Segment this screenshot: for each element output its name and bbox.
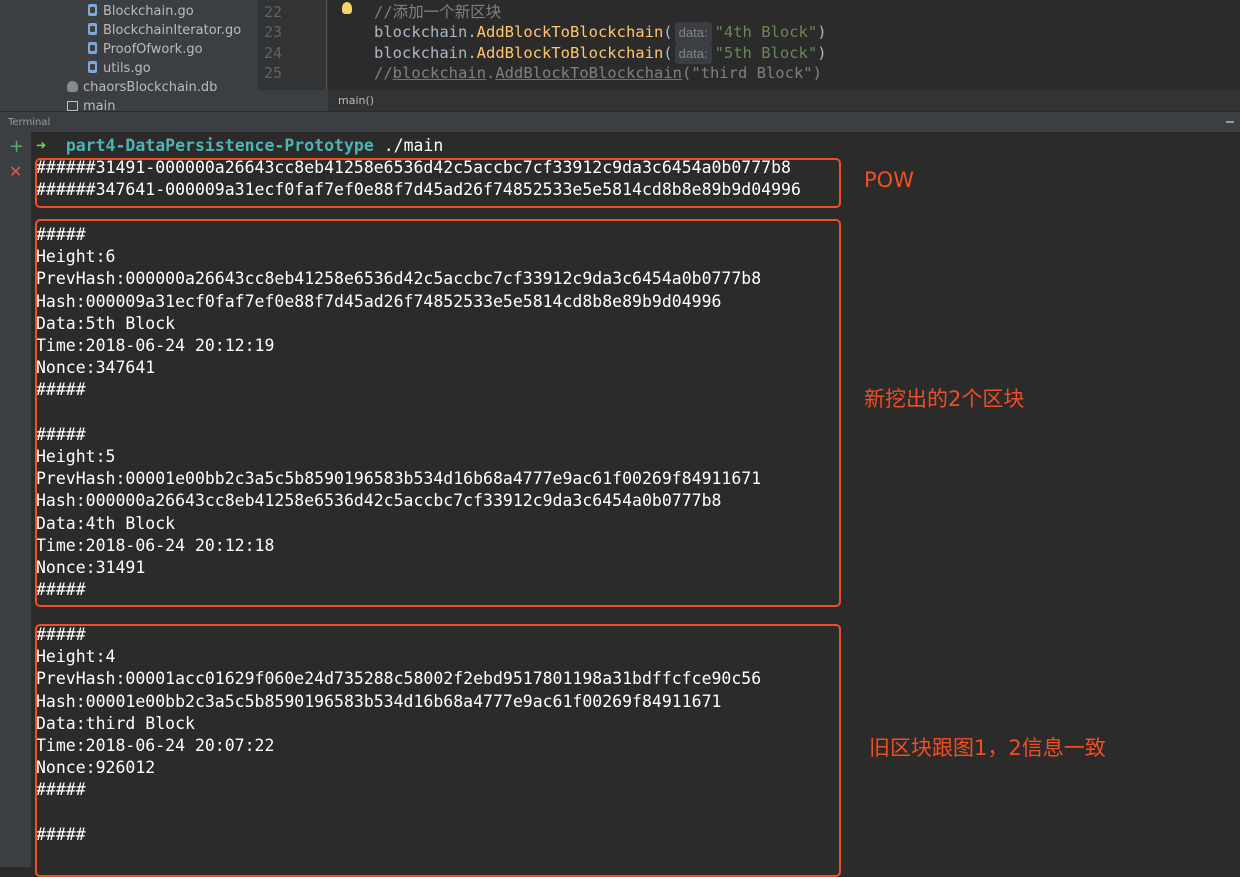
parameter-hint: data:	[674, 43, 712, 64]
project-tree: Blockchain.go BlockchainIterator.go Proo…	[0, 0, 258, 111]
close-session-icon[interactable]: ✕	[9, 164, 22, 180]
tree-file-utils-go[interactable]: utils.go	[88, 59, 151, 79]
new-blocks-highlight-box	[35, 219, 841, 607]
pow-annotation: POW	[864, 168, 914, 192]
new-blocks-annotation: 新挖出的2个区块	[864, 387, 1025, 411]
prompt-directory: part4-DataPersistence-Prototype	[65, 136, 374, 155]
terminal-title: Terminal	[8, 117, 51, 128]
tree-file-blockchain-go[interactable]: Blockchain.go	[88, 2, 194, 22]
go-file-icon	[88, 42, 97, 54]
tree-file-blockchain-iterator-go[interactable]: BlockchainIterator.go	[88, 21, 241, 41]
minimize-icon[interactable]	[1226, 121, 1234, 123]
terminal-side-toolbar: + ✕	[0, 132, 31, 867]
old-blocks-highlight-box	[35, 624, 841, 877]
pow-highlight-box	[35, 158, 841, 208]
go-file-icon	[88, 61, 97, 73]
code-line-25: //blockchain.AddBlockToBlockchain("third…	[374, 64, 822, 82]
code-line-24: blockchain.AddBlockToBlockchain(data: "5t…	[374, 43, 827, 64]
ide-top-area: Blockchain.go BlockchainIterator.go Proo…	[0, 0, 1240, 111]
tree-file-main[interactable]: main	[67, 97, 115, 111]
lightbulb-icon[interactable]	[342, 2, 352, 14]
terminal-prompt: ➜ part4-DataPersistence-Prototype ./main	[36, 135, 443, 157]
database-file-icon	[67, 81, 78, 92]
terminal-output[interactable]: ➜ part4-DataPersistence-Prototype ./main…	[31, 132, 1240, 877]
line-number: 25	[264, 64, 283, 82]
breadcrumb-item-main[interactable]: main()	[338, 90, 374, 111]
go-file-icon	[88, 4, 97, 16]
code-line-23: blockchain.AddBlockToBlockchain(data: "4t…	[374, 22, 827, 43]
code-editor[interactable]: //添加一个新区块 blockchain.AddBlockToBlockchai…	[328, 0, 1240, 90]
line-number: 24	[264, 44, 283, 62]
code-line-22: //添加一个新区块	[374, 3, 502, 21]
breadcrumb: main()	[328, 90, 1240, 111]
new-session-icon[interactable]: +	[9, 138, 24, 156]
line-number: 22	[264, 3, 283, 21]
prompt-command: ./main	[373, 136, 444, 155]
binary-file-icon	[67, 101, 78, 111]
line-number-gutter: 22 23 24 25	[258, 0, 328, 90]
tree-file-chaors-blockchain-db[interactable]: chaorsBlockchain.db	[67, 78, 217, 98]
terminal-toolbar: Terminal	[0, 111, 1240, 132]
gutter-divider	[326, 0, 327, 90]
line-number: 23	[264, 23, 283, 41]
parameter-hint: data:	[674, 22, 712, 43]
tree-file-proof-of-work-go[interactable]: ProofOfwork.go	[88, 40, 203, 60]
prompt-arrow-icon: ➜	[36, 136, 46, 155]
go-file-icon	[88, 23, 97, 35]
old-blocks-annotation: 旧区块跟图1，2信息一致	[869, 736, 1106, 760]
